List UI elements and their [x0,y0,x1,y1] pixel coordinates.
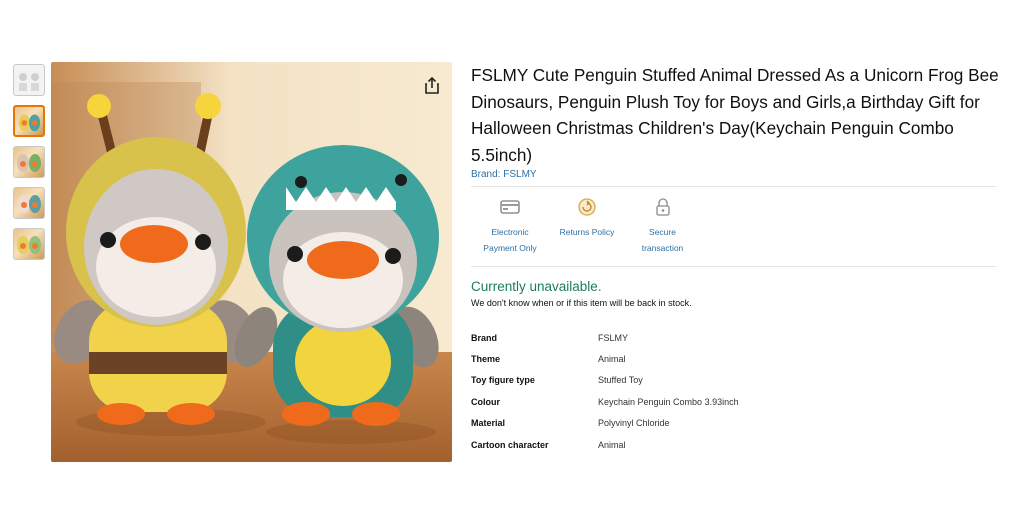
product-thumbnail-icon [14,65,44,95]
availability-note: We don't know when or if this item will … [471,298,692,308]
spec-key: Cartoon character [471,439,549,450]
product-specs-table: Brand FSLMY Theme Animal Toy figure type… [471,327,739,455]
payment-card-icon [500,200,520,214]
spec-value: Animal [598,439,626,450]
divider [471,266,996,267]
spec-value: Animal [598,354,626,365]
divider [471,186,996,187]
product-details: FSLMY Cute Penguin Stuffed Animal Dresse… [471,62,1001,455]
product-thumbnail-icon [18,114,41,132]
spec-value: Keychain Penguin Combo 3.93inch [598,396,739,407]
spec-key: Theme [471,354,501,365]
spec-key: Brand [471,332,498,343]
main-product-image[interactable] [51,62,452,462]
spec-row: Toy figure type Stuffed Toy [471,370,739,391]
spec-row: Colour Keychain Penguin Combo 3.93inch [471,391,739,412]
trust-badges: Electronic Payment Only Returns Policy S… [471,196,1001,266]
thumbnail-2[interactable] [13,105,45,137]
thumbnail-4[interactable] [13,187,45,219]
badge-electronic-payment[interactable]: Electronic Payment Only [471,196,549,266]
spec-key: Colour [471,396,500,407]
badge-label-line1: Electronic [491,227,529,237]
thumbnail-5[interactable] [13,228,45,260]
badge-secure-transaction[interactable]: Secure transaction [625,196,700,266]
badge-label-line1: Returns Policy [559,227,615,237]
spec-value: Stuffed Toy [598,375,643,386]
spec-row: Cartoon character Animal [471,434,739,455]
brand-link[interactable]: Brand: FSLMY [471,169,1001,180]
spec-key: Toy figure type [471,375,535,386]
badge-label-line1: Secure [649,227,676,237]
spec-row: Brand FSLMY [471,327,739,348]
badge-returns-policy[interactable]: Returns Policy [549,196,625,266]
spec-value: Polyvinyl Chloride [598,418,670,429]
product-thumbnail-icon [17,236,41,254]
thumbnail-3[interactable] [13,146,45,178]
spec-key: Material [471,418,506,429]
returns-icon [578,198,596,216]
product-title: FSLMY Cute Penguin Stuffed Animal Dresse… [471,65,999,165]
spec-row: Theme Animal [471,348,739,369]
badge-label-line2: transaction [641,243,684,253]
spec-value: FSLMY [598,332,629,343]
thumbnail-1[interactable] [13,64,45,96]
spec-row: Material Polyvinyl Chloride [471,413,739,434]
share-icon[interactable] [422,76,442,96]
availability-status: Currently unavailable. [471,279,602,294]
plush-penguins-image [51,62,452,462]
lock-icon [655,198,670,216]
product-thumbnail-icon [17,154,41,172]
thumbnail-list [13,64,47,269]
product-thumbnail-icon [18,195,41,213]
badge-label-line2: Payment Only [483,243,537,253]
